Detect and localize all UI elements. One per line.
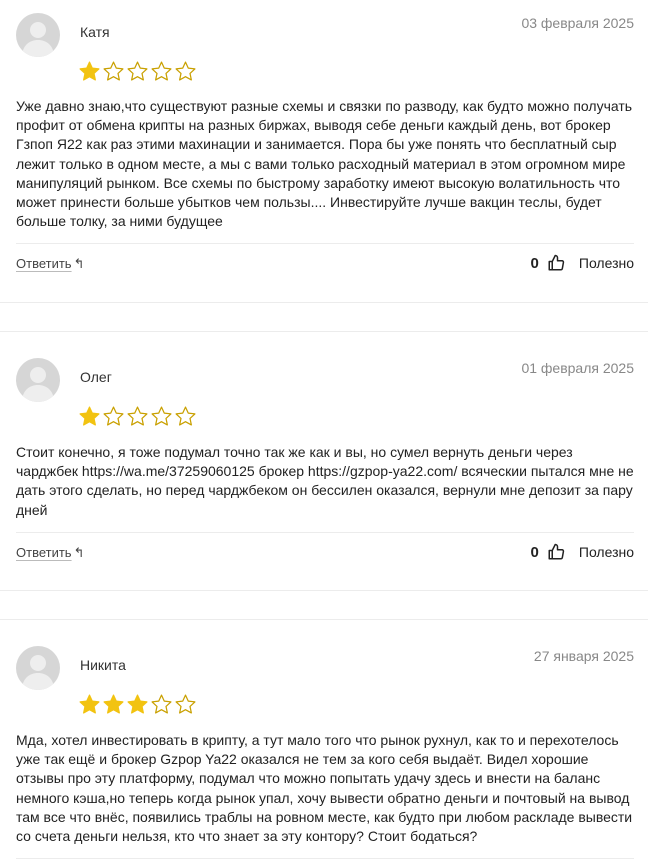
reply-link[interactable]: Ответить ↰ <box>16 545 84 561</box>
star-filled-icon <box>79 61 100 81</box>
reply-label: Ответить <box>16 545 72 560</box>
thumbs-up-icon[interactable] <box>547 254 565 272</box>
like-count: 0 <box>530 543 539 561</box>
likes-area: 0 Полезно <box>531 543 634 561</box>
rating-stars <box>78 693 197 716</box>
reply-link[interactable]: Ответить ↰ <box>16 256 84 272</box>
star-filled-icon <box>79 694 100 714</box>
user-silhouette-icon <box>22 655 54 690</box>
user-silhouette-icon <box>22 22 54 57</box>
rating-stars <box>78 60 197 83</box>
review-author: Никита <box>80 657 126 673</box>
avatar <box>16 358 60 402</box>
thumbs-up-icon[interactable] <box>547 543 565 561</box>
useful-button[interactable]: Полезно <box>579 544 634 560</box>
rating-stars <box>78 405 197 428</box>
review-text: Стоит конечно, я тоже подумал точно так … <box>16 443 634 520</box>
avatar <box>16 646 60 690</box>
avatar <box>16 13 60 57</box>
star-filled-icon <box>79 406 100 426</box>
reply-arrow-icon: ↰ <box>73 256 85 271</box>
useful-button[interactable]: Полезно <box>579 255 634 271</box>
review-author: Катя <box>80 24 110 40</box>
star-empty-icon <box>103 61 124 81</box>
reply-arrow-icon: ↰ <box>73 545 85 560</box>
user-silhouette-icon <box>22 367 54 402</box>
review-date: 27 января 2025 <box>533 648 634 664</box>
star-empty-icon <box>151 61 172 81</box>
star-empty-icon <box>151 406 172 426</box>
star-filled-icon <box>103 694 124 714</box>
review-card: Олег 01 февраля 2025 Стоит конечно, я то… <box>0 331 648 591</box>
divider <box>16 858 634 859</box>
star-empty-icon <box>175 694 196 714</box>
star-filled-icon <box>127 694 148 714</box>
star-empty-icon <box>127 406 148 426</box>
star-empty-icon <box>127 61 148 81</box>
star-empty-icon <box>175 406 196 426</box>
review-date: 01 февраля 2025 <box>521 360 634 376</box>
likes-area: 0 Полезно <box>531 254 634 272</box>
reply-label: Ответить <box>16 256 72 271</box>
like-count: 0 <box>530 254 539 272</box>
star-empty-icon <box>175 61 196 81</box>
review-author: Олег <box>80 369 112 385</box>
star-empty-icon <box>151 694 172 714</box>
review-link[interactable]: https://wa.me/37259060125 <box>82 463 255 479</box>
review-text: Уже давно знаю,что существуют разные схе… <box>16 98 633 230</box>
review-text: Мда, хотел инвестировать в крипту, а тут… <box>16 732 633 845</box>
review-card: Катя 03 февраля 2025 Уже давно знаю,что … <box>0 0 648 303</box>
star-empty-icon <box>103 406 124 426</box>
review-footer: Ответить ↰ 0 Полезно <box>16 532 634 573</box>
review-footer: Ответить ↰ 0 Полезно <box>16 243 634 284</box>
review-date: 03 февраля 2025 <box>521 15 634 31</box>
review-card: Никита 27 января 2025 Мда, хотел инвести… <box>0 619 648 863</box>
